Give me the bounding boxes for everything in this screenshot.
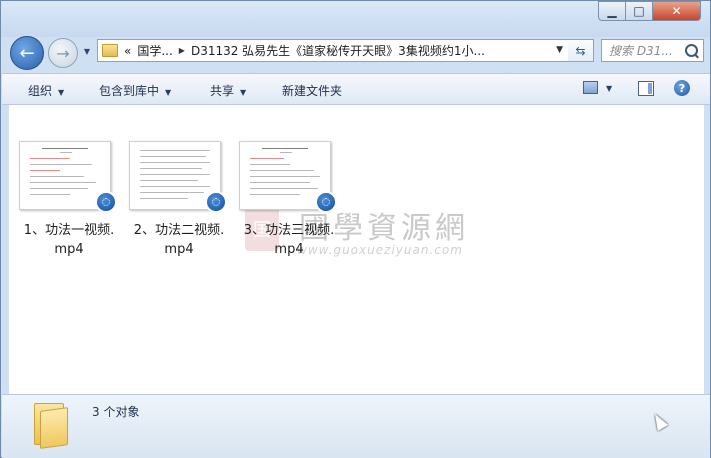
file-name-line2: mp4 bbox=[54, 242, 84, 257]
address-overflow[interactable]: « bbox=[124, 44, 131, 58]
share-menu[interactable]: 共享 ▼ bbox=[210, 82, 246, 99]
maximize-button[interactable]: □ bbox=[626, 1, 653, 21]
explorer-window: ▁ □ ✕ ← → ▼ « 国学... ▶ D31132 弘易先生《道家秘传开天… bbox=[0, 0, 711, 458]
file-name[interactable]: 1、功法一视频. mp4 bbox=[9, 221, 129, 259]
organize-menu[interactable]: 组织 ▼ bbox=[28, 82, 64, 99]
file-name-line1: 3、功法三视频. bbox=[243, 223, 335, 238]
file-name[interactable]: 3、功法三视频. mp4 bbox=[229, 221, 349, 259]
refresh-icon: ⇆ bbox=[575, 43, 586, 58]
breadcrumb-item[interactable]: 国学... bbox=[137, 42, 172, 59]
change-view-icon[interactable] bbox=[583, 81, 598, 94]
recent-pages-dropdown[interactable]: ▼ bbox=[81, 45, 93, 57]
chevron-down-icon[interactable]: ▼ bbox=[606, 84, 612, 93]
file-name-line1: 1、功法一视频. bbox=[23, 223, 115, 238]
minimize-button[interactable]: ▁ bbox=[598, 1, 626, 21]
file-name-line2: mp4 bbox=[274, 242, 304, 257]
status-bar: 3 个对象 bbox=[2, 394, 710, 458]
preview-pane-icon[interactable] bbox=[638, 81, 654, 96]
search-icon[interactable] bbox=[685, 44, 698, 57]
arrow-right-icon: → bbox=[56, 43, 70, 63]
forward-button[interactable]: → bbox=[48, 38, 78, 68]
item-count: 3 个对象 bbox=[92, 405, 140, 419]
maximize-icon: □ bbox=[633, 4, 645, 18]
share-label: 共享 bbox=[210, 84, 235, 98]
new-folder-label: 新建文件夹 bbox=[282, 84, 343, 98]
file-name-line1: 2、功法二视频. bbox=[133, 223, 225, 238]
address-bar[interactable]: « 国学... ▶ D31132 弘易先生《道家秘传开天眼》3集视频约1小...… bbox=[97, 39, 569, 62]
new-folder-button[interactable]: 新建文件夹 bbox=[282, 82, 342, 99]
title-bar: ▁ □ ✕ bbox=[1, 1, 710, 37]
media-player-icon bbox=[205, 191, 227, 213]
media-player-icon bbox=[95, 191, 117, 213]
chevron-down-icon: ▼ bbox=[83, 46, 91, 56]
media-player-icon bbox=[315, 191, 337, 213]
breadcrumb-current[interactable]: D31132 弘易先生《道家秘传开天眼》3集视频约1小... bbox=[191, 42, 485, 59]
close-icon: ✕ bbox=[671, 4, 682, 18]
folder-icon bbox=[102, 44, 118, 57]
help-icon[interactable]: ? bbox=[674, 80, 690, 96]
close-button[interactable]: ✕ bbox=[653, 1, 701, 21]
file-name[interactable]: 2、功法二视频. mp4 bbox=[119, 221, 239, 259]
back-button[interactable]: ← bbox=[10, 36, 44, 70]
chevron-right-icon[interactable]: ▶ bbox=[179, 46, 185, 55]
refresh-button[interactable]: ⇆ bbox=[568, 39, 594, 62]
command-bar: 组织 ▼ 包含到库中 ▼ 共享 ▼ 新建文件夹 ▼ ? bbox=[2, 73, 710, 105]
chevron-down-icon: ▼ bbox=[165, 88, 172, 97]
folder-icon bbox=[32, 401, 68, 449]
search-placeholder: 搜索 D31... bbox=[609, 44, 673, 58]
chevron-down-icon: ▼ bbox=[240, 88, 247, 97]
file-name-line2: mp4 bbox=[164, 242, 194, 257]
mouse-pointer-icon bbox=[649, 411, 669, 431]
chevron-down-icon: ▼ bbox=[58, 88, 65, 97]
arrow-left-icon: ← bbox=[19, 42, 35, 64]
minimize-icon: ▁ bbox=[607, 4, 617, 18]
search-input[interactable]: 搜索 D31... bbox=[601, 39, 704, 62]
address-dropdown-icon[interactable]: ▼ bbox=[556, 45, 563, 55]
include-library-menu[interactable]: 包含到库中 ▼ bbox=[99, 82, 171, 99]
include-library-label: 包含到库中 bbox=[99, 84, 160, 98]
organize-label: 组织 bbox=[28, 84, 53, 98]
